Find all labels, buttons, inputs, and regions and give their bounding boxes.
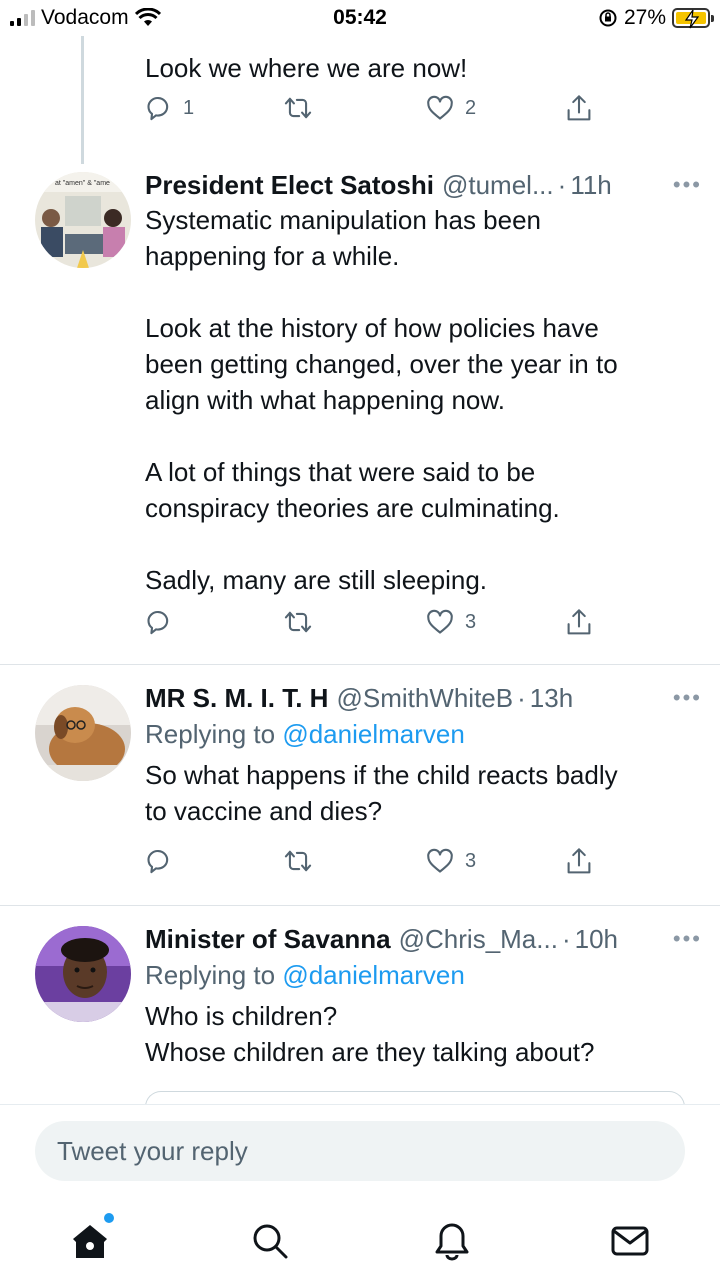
tweet-text: Who is children? Whose children are they…	[145, 1001, 595, 1067]
replying-prefix: Replying to	[145, 719, 276, 749]
like-button[interactable]: 3	[425, 608, 476, 636]
replying-to: Replying to @danielmarven	[145, 715, 702, 753]
like-count: 3	[465, 849, 477, 872]
share-icon	[567, 95, 591, 121]
user-handle[interactable]: @SmithWhiteB	[336, 681, 513, 715]
replying-prefix: Replying to	[145, 960, 276, 990]
user-handle[interactable]: @tumel...	[442, 168, 554, 202]
display-name[interactable]: President Elect Satoshi	[145, 168, 434, 202]
like-icon	[427, 609, 453, 634]
share-icon	[567, 848, 591, 874]
tab-home[interactable]	[68, 1213, 114, 1263]
like-count: 2	[465, 96, 477, 119]
separator-dot: ·	[561, 924, 571, 954]
replying-to-link[interactable]: @danielmarven	[282, 960, 464, 990]
share-button[interactable]	[565, 847, 593, 877]
separator-dot: ·	[557, 170, 567, 200]
reply-icon	[147, 610, 169, 635]
tweet-actions: 3	[145, 847, 605, 887]
tweet-time: 13h	[529, 683, 574, 713]
like-button[interactable]: 2	[425, 94, 476, 122]
tweet-body: President Elect Satoshi @tumel... · 11h …	[145, 168, 702, 598]
reply-icon	[147, 96, 169, 121]
like-icon	[427, 848, 453, 873]
new-content-dot	[104, 1213, 114, 1223]
tab-search[interactable]	[248, 1219, 292, 1263]
tab-messages[interactable]	[608, 1219, 652, 1263]
tweet-text: Systematic manipulation has been happeni…	[145, 205, 618, 595]
replying-to: Replying to @danielmarven	[145, 956, 702, 994]
tweet-time: 11h	[570, 170, 612, 200]
messages-icon	[611, 1226, 649, 1256]
thread-connector-line	[81, 36, 84, 164]
tweet-body: Minister of Savanna @Chris_Ma... · 10h R…	[145, 922, 702, 1070]
retweet-button[interactable]	[283, 94, 313, 122]
retweet-icon	[284, 850, 312, 872]
share-icon	[567, 609, 591, 635]
home-icon	[73, 1225, 107, 1258]
tweet-actions: 3	[145, 608, 605, 648]
notifications-icon	[435, 1223, 469, 1261]
avatar[interactable]: at "amen" & "ame	[35, 172, 131, 268]
tweet[interactable]: at "amen" & "ame ••• President Elect Sat…	[0, 164, 720, 664]
reply-button[interactable]	[145, 608, 173, 636]
status-right: 27%	[598, 6, 714, 30]
reply-bar	[0, 1104, 720, 1280]
bottom-tab-bar	[0, 1209, 720, 1273]
user-handle[interactable]: @Chris_Ma...	[399, 922, 558, 956]
separator-dot: ·	[517, 683, 526, 713]
avatar[interactable]	[35, 926, 131, 1022]
battery-icon	[672, 8, 714, 29]
reply-count: 1	[183, 96, 195, 119]
reply-button[interactable]: 1	[145, 94, 194, 122]
tweet-actions: 1 2	[145, 94, 605, 134]
retweet-icon	[284, 97, 312, 119]
tweet-header: President Elect Satoshi @tumel... · 11h	[145, 168, 702, 202]
avatar[interactable]	[35, 685, 131, 781]
tweet-body: MR S. M. I. T. H @SmithWhiteB · 13h Repl…	[145, 681, 702, 829]
share-button[interactable]	[565, 94, 593, 124]
share-button[interactable]	[565, 608, 593, 638]
display-name[interactable]: MR S. M. I. T. H	[145, 681, 328, 715]
tweet-text: Look we where we are now!	[145, 53, 468, 83]
retweet-button[interactable]	[283, 608, 313, 636]
reply-icon	[147, 849, 169, 874]
replying-to-link[interactable]: @danielmarven	[282, 719, 464, 749]
like-button[interactable]: 3	[425, 847, 476, 875]
search-icon	[253, 1224, 288, 1259]
status-bar: Vodacom 05:42 27%	[0, 0, 720, 36]
svg-text:at "amen" & "ame: at "amen" & "ame	[55, 180, 110, 187]
retweet-icon	[284, 611, 312, 633]
tweet-header: Minister of Savanna @Chris_Ma... · 10h	[145, 922, 702, 956]
display-name[interactable]: Minister of Savanna	[145, 922, 391, 956]
tweet-text: So what happens if the child reacts badl…	[145, 760, 618, 826]
tweet-header: MR S. M. I. T. H @SmithWhiteB · 13h	[145, 681, 702, 715]
tweet-time: 10h	[574, 924, 619, 954]
retweet-button[interactable]	[283, 847, 313, 875]
lock-rotation-icon	[599, 9, 617, 27]
battery-percent: 27%	[623, 6, 666, 29]
tweet[interactable]: ••• MR S. M. I. T. H @SmithWhiteB · 13h …	[0, 665, 720, 905]
reply-input[interactable]	[35, 1121, 685, 1181]
reply-button[interactable]	[145, 847, 173, 875]
like-count: 3	[465, 610, 477, 633]
like-icon	[427, 95, 453, 120]
tweet[interactable]: ••• Minister of Savanna @Chris_Ma... · 1…	[0, 906, 720, 1106]
tab-notifications[interactable]	[430, 1219, 474, 1263]
